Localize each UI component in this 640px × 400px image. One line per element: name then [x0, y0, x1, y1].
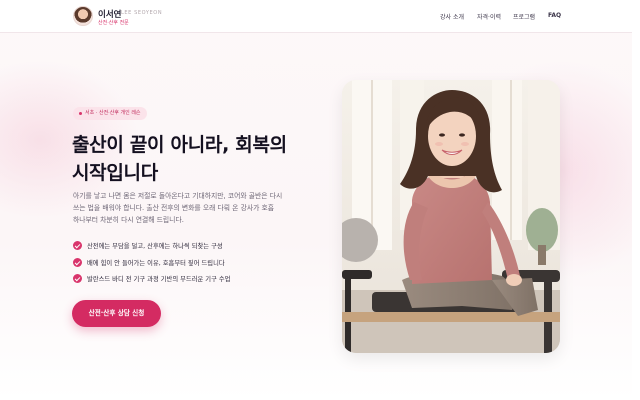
feature-item: 배에 힘이 안 들어가는 이유, 호흡부터 짚어 드립니다 [87, 260, 225, 267]
feature-item: 발란스드 바디 전 기구 과정 기반의 부드러운 기구 수업 [87, 276, 231, 283]
site-header: 이서연 LEE SEOYEON 산전·산후 전문 강사 소개 자격·이력 프로그… [0, 0, 632, 33]
hero-title-line-1: 출산이 끝이 아니라, 회복의 [72, 134, 287, 156]
hero-description-line-1: 아기를 낳고 나면 몸은 저절로 돌아온다고 기대하지만, 코어와 골반은 다시 [73, 192, 283, 200]
instructor-illustration [342, 80, 560, 353]
check-icon [73, 258, 82, 267]
brand-subtitle: 산전·산후 전문 [98, 20, 129, 26]
nav-link-programs[interactable]: 프로그램 [513, 12, 535, 21]
hero-title-line-2: 시작입니다 [72, 162, 158, 184]
badge-label: 서초 · 산전·산후 개인 레슨 [85, 110, 141, 116]
check-icon [73, 274, 82, 283]
page: 이서연 LEE SEOYEON 산전·산후 전문 강사 소개 자격·이력 프로그… [0, 0, 632, 400]
brand-name-english: LEE SEOYEON [121, 10, 163, 16]
nav-link-instructor[interactable]: 강사 소개 [440, 12, 464, 21]
instructor-photo [342, 80, 560, 353]
feature-item: 산전에는 부담을 덜고, 산후에는 하나씩 되찾는 구성 [87, 243, 223, 250]
avatar[interactable] [73, 6, 93, 26]
check-icon [73, 241, 82, 250]
location-badge: 서초 · 산전·산후 개인 레슨 [73, 107, 147, 120]
hero-description-line-2: 쓰는 법을 배워야 합니다. 출산 전후의 변화를 오래 다뤄 온 강사가 호흡 [73, 204, 275, 212]
consultation-request-button[interactable]: 산전·산후 상담 신청 [72, 300, 161, 327]
nav-link-faq[interactable]: FAQ [548, 12, 561, 19]
nav-link-credentials[interactable]: 자격·이력 [477, 12, 501, 21]
badge-dot-icon [79, 112, 82, 115]
hero-description-line-3: 하나부터 차분히 다시 연결해 드립니다. [73, 216, 184, 224]
